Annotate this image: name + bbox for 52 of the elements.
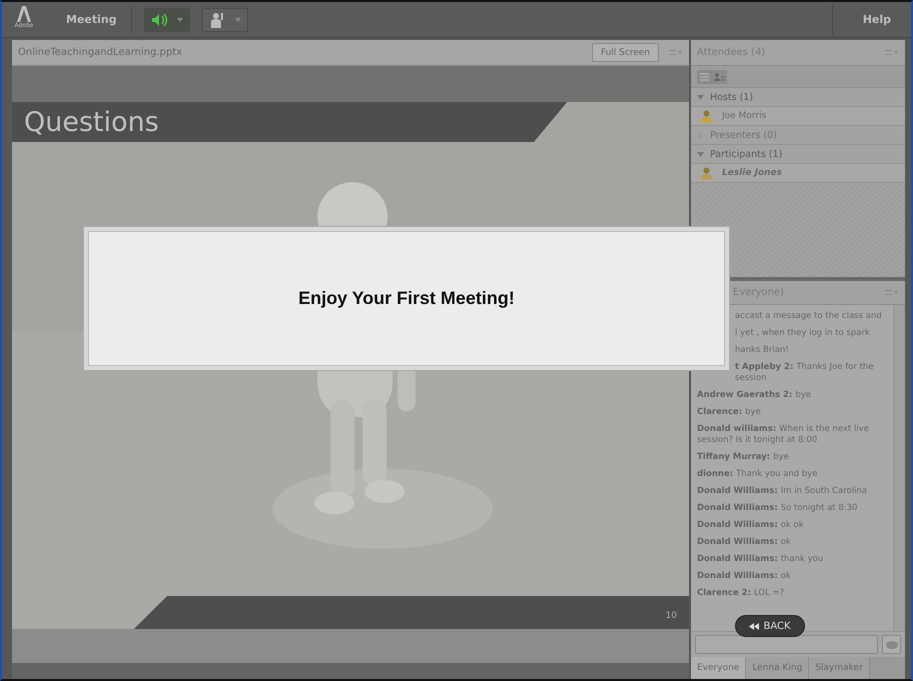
chat-message: Donald Williams: ok (697, 571, 792, 582)
chat-message: Donald Williams: So tonight at 8:30 (697, 503, 858, 514)
attendee-row[interactable]: Leslie Jones (691, 164, 905, 183)
menu-icon[interactable] (885, 288, 899, 296)
attendee-group[interactable]: Hosts (1) (691, 88, 905, 107)
chat-tab[interactable]: Slaymaker (809, 657, 870, 679)
attendee-group[interactable]: Participants (1) (691, 145, 905, 164)
person-icon (208, 12, 225, 28)
speaker-icon (150, 12, 169, 26)
chat-message: t Appleby 2: Thanks Joe for the session (734, 362, 875, 384)
chat-message: l yet , when they log in to spark (734, 328, 871, 339)
chat-message: Donald Williams: Im in South Carolina (697, 486, 868, 497)
chat-message: Tiffany Murray: bye (697, 452, 790, 463)
caret-icon (697, 150, 704, 158)
chat-message: Donald williams: When is the next live session? Is it tonight at 8:00 (697, 424, 870, 446)
pod-title: OnlineTeachingandLearning.pptx (18, 47, 184, 58)
chat-message: Donald Williams: ok (697, 537, 792, 548)
caret-icon (176, 18, 183, 22)
chat-tab[interactable]: Everyone (691, 657, 746, 679)
person-icon (701, 167, 712, 179)
speech-bubble-icon (886, 640, 898, 648)
caret-icon (234, 18, 241, 22)
chat-input[interactable] (695, 635, 878, 654)
person-icon (701, 110, 712, 122)
raise-hand-button[interactable] (202, 8, 248, 32)
chat-message: Andrew Gaeraths 2: bye (697, 390, 812, 401)
chat-message: Clarence 2: LOL =? (697, 588, 786, 599)
full-screen-button[interactable]: Full Screen (592, 43, 659, 62)
slide-number: 10 (666, 611, 677, 621)
meeting-menu[interactable]: Meeting (48, 6, 132, 32)
person-view-button[interactable] (712, 70, 727, 84)
back-button[interactable]: BACK (735, 615, 805, 637)
chat-tab[interactable]: Lenna King (746, 657, 810, 679)
chat-message: dionne: Thank you and bye (697, 469, 819, 480)
help-menu[interactable]: Help (832, 4, 901, 34)
chat-message: hanks Brian! (734, 345, 790, 356)
person-list-icon (714, 72, 725, 81)
menu-icon[interactable] (669, 48, 683, 56)
menu-icon[interactable] (885, 48, 899, 56)
send-button[interactable] (882, 635, 901, 654)
chat-message: Donald Williams: ok ok (697, 520, 805, 531)
chat-message: Clarence: bye (697, 407, 762, 418)
speaker-button[interactable] (144, 8, 190, 32)
attendee-row[interactable]: Joe Morris (691, 107, 905, 126)
caret-icon (697, 94, 704, 100)
dialog-message: Enjoy Your First Meeting! (298, 288, 515, 309)
chat-message: accast a message to the class and (734, 311, 883, 322)
slide-title: Questions (24, 106, 159, 138)
chat-message: Donald Williams: thank you (697, 554, 824, 565)
list-icon (700, 72, 709, 80)
list-view-button[interactable] (697, 70, 712, 84)
scrollbar[interactable] (893, 305, 905, 631)
